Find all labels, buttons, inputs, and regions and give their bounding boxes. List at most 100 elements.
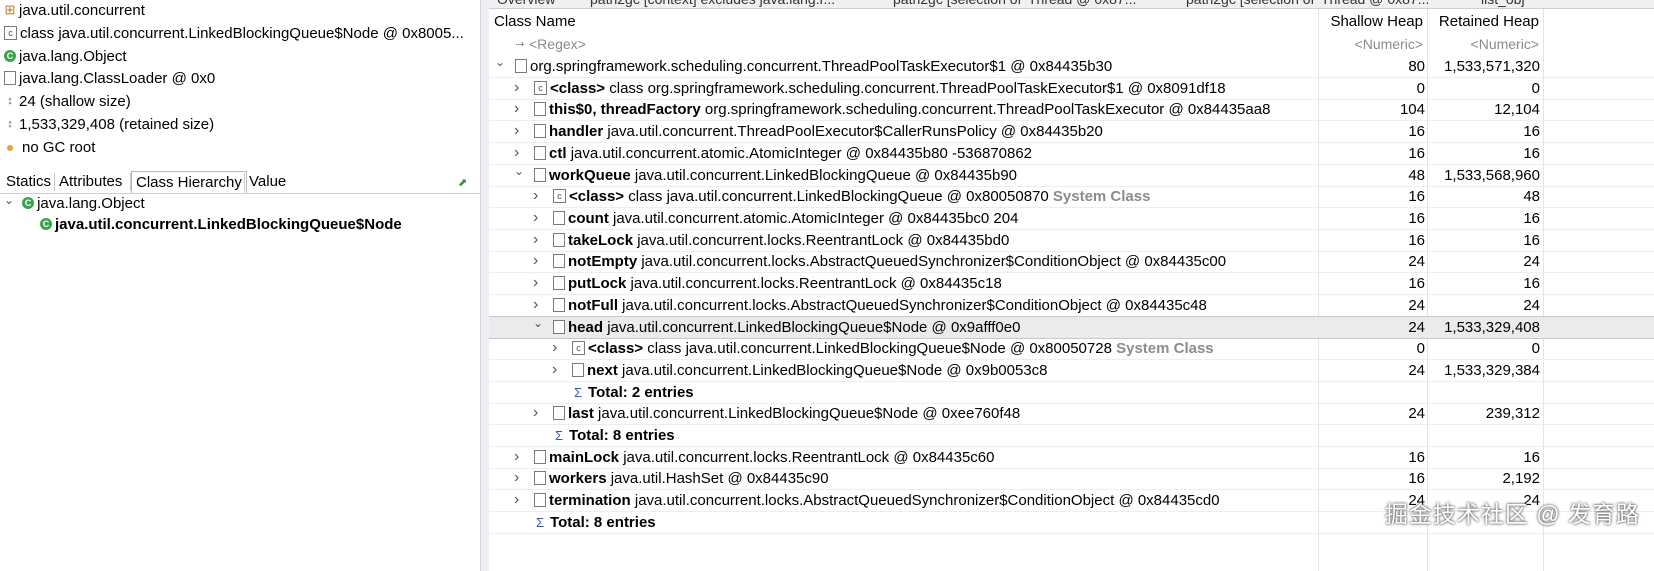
table-row[interactable]: ⌄ head java.util.concurrent.LinkedBlockin… [489,313,1654,340]
shallow-heap-cell: 48 [1408,166,1425,184]
table-total-row: Σ Total: 8 entries [489,425,1654,447]
shallow-filter-input[interactable]: <Numeric> [1319,33,1423,55]
class-name-cell: last java.util.concurrent.LinkedBlocking… [553,403,1317,424]
shallow-heap-cell: 24 [1408,405,1425,423]
field-name: takeLock [568,231,634,249]
expand-chevron-icon[interactable]: › [533,207,538,228]
retained-heap-cell: 24 [1523,253,1540,271]
tab-separator [130,173,131,191]
object-label: java.util.HashSet @ 0x84435c90 [610,470,829,488]
expand-chevron-icon[interactable]: › [533,272,538,293]
tab-separator [54,173,55,191]
tab-class-hierarchy[interactable]: Class Hierarchy [131,171,247,193]
table-total-row: Σ Total: 2 entries [489,382,1654,404]
class-name-cell: mainLock java.util.concurrent.locks.Reen… [534,447,1317,468]
field-name: termination [549,492,631,509]
object-field-icon [515,59,527,74]
tab-attributes[interactable]: Attributes [55,171,126,192]
table-row[interactable]: › notFull java.util.concurrent.locks.Abst… [489,295,1654,317]
table-row[interactable]: ⌄ org.springframework.scheduling.concurre… [489,55,1654,78]
table-row[interactable]: › c <class> class org.springframework.sche… [489,78,1654,100]
class-object-icon: c [553,189,566,204]
expand-chevron-icon[interactable]: › [552,359,557,380]
regex-filter-input[interactable]: <Regex> [529,36,586,52]
field-name: mainLock [549,448,620,466]
class-name-cell: handler java.util.concurrent.ThreadPoolE… [534,121,1317,142]
editor-tab[interactable]: Overview [497,0,555,8]
table-row[interactable]: › this$0, threadFactory org.springframewo… [489,98,1654,122]
table-row[interactable]: › takeLock java.util.concurrent.locks.Ree… [489,230,1654,252]
column-header-retained-heap[interactable]: Retained Heap [1428,9,1539,33]
collapse-chevron-icon[interactable]: ⌄ [514,161,524,182]
expand-chevron-icon[interactable]: › [533,185,538,206]
table-row[interactable]: › mainLock java.util.concurrent.locks.Ree… [489,447,1654,469]
object-field-icon [534,471,546,486]
retained-filter-input[interactable]: <Numeric> [1428,33,1539,55]
object-label: java.util.concurrent.locks.ReentrantLock… [623,448,995,466]
shallow-heap-cell: 24 [1408,361,1425,379]
expand-chevron-icon[interactable]: › [514,467,519,488]
editor-tab[interactable]: list_obj [1481,0,1525,8]
regex-filter-row[interactable]: ⤑ <Regex> [514,33,586,55]
expand-chevron-icon[interactable]: › [533,294,538,315]
collapse-chevron-icon[interactable]: ⌄ [4,193,14,207]
field-name: <class> [569,188,625,206]
table-row[interactable]: › ctl java.util.concurrent.atomic.AtomicI… [489,143,1654,165]
table-row[interactable]: › workers java.util.HashSet @ 0x84435c90 1… [489,467,1654,491]
editor-tabs: Overview path2gc [context] excludes java.… [489,0,1654,9]
expand-chevron-icon[interactable]: › [514,98,519,119]
class-name-cell: next java.util.concurrent.LinkedBlocking… [572,360,1317,381]
shallow-heap-cell: 16 [1408,188,1425,206]
table-row[interactable]: › last java.util.concurrent.LinkedBlockin… [489,402,1654,426]
expand-chevron-icon[interactable]: › [533,250,538,271]
editor-tab[interactable]: path2gc [selection of 'Thread @ 0x87... [893,0,1136,8]
object-label: java.util.concurrent.LinkedBlockingQueue… [598,405,1021,423]
expand-chevron-icon[interactable]: › [552,337,557,358]
collapse-chevron-icon[interactable]: ⌄ [533,313,543,334]
tab-statics[interactable]: Statics [2,171,55,192]
pin-icon[interactable]: ⬈ [458,176,467,189]
expand-chevron-icon[interactable]: › [533,229,538,250]
shallow-heap-cell: 16 [1408,275,1425,292]
class-object-icon: c [572,341,585,356]
object-label: java.util.concurrent.LinkedBlockingQueue… [607,319,1021,337]
retained-heap-cell: 239,312 [1485,405,1540,423]
expand-chevron-icon[interactable]: › [533,402,538,423]
expand-chevron-icon[interactable]: › [514,446,519,467]
expand-chevron-icon[interactable]: › [514,77,519,98]
table-row[interactable]: › c <class> class java.util.concurrent.Lin… [489,185,1654,209]
table-row[interactable]: › putLock java.util.concurrent.locks.Reen… [489,273,1654,295]
table-row[interactable]: › count java.util.concurrent.atomic.Atomi… [489,208,1654,230]
tab-separator [244,173,245,191]
table-row[interactable]: › handler java.util.concurrent.ThreadPool… [489,120,1654,144]
size-icon: ↕ [7,95,13,108]
sum-icon: Σ [574,384,583,400]
field-name: head [568,319,604,337]
hierarchy-item[interactable]: ⌄ Cjava.lang.Object [4,193,474,215]
object-label: java.util.concurrent.LinkedBlockingQueue… [634,166,1018,184]
column-header-shallow-heap[interactable]: Shallow Heap [1319,9,1423,33]
collapse-chevron-icon[interactable]: ⌄ [495,52,505,73]
field-name: this$0, threadFactory [549,101,701,119]
editor-tab[interactable]: path2gc [context] excludes java.lang.r..… [590,0,835,8]
info-row: java.lang.ClassLoader @ 0x0 [4,68,474,90]
table-row[interactable]: ⌄ workQueue java.util.concurrent.LinkedBl… [489,164,1654,187]
class-name-cell: c <class> class org.springframework.sched… [534,78,1317,99]
expand-chevron-icon[interactable]: › [514,489,519,510]
table-row[interactable]: › c <class> class java.util.concurrent.Lin… [489,337,1654,361]
editor-tab[interactable]: path2gc [selection of 'Thread @ 0x87... [1186,0,1429,8]
hierarchy-item[interactable]: Cjava.util.concurrent.LinkedBlockingQueu… [40,214,510,236]
object-field-icon [553,276,565,291]
column-header-class-name[interactable]: Class Name [494,9,576,33]
object-field-icon [534,167,546,182]
object-label: class org.springframework.scheduling.con… [609,79,1226,97]
table-row[interactable]: › next java.util.concurrent.LinkedBlockin… [489,360,1654,382]
table-row[interactable]: › notEmpty java.util.concurrent.locks.Abs… [489,250,1654,274]
object-field-icon [534,449,546,464]
field-name: notFull [568,296,618,314]
tab-value[interactable]: Value [245,171,290,192]
field-name: ctl [549,144,567,162]
class-object-icon: c [4,25,17,40]
expand-chevron-icon[interactable]: › [514,120,519,141]
retained-heap-cell: 0 [1531,79,1540,97]
